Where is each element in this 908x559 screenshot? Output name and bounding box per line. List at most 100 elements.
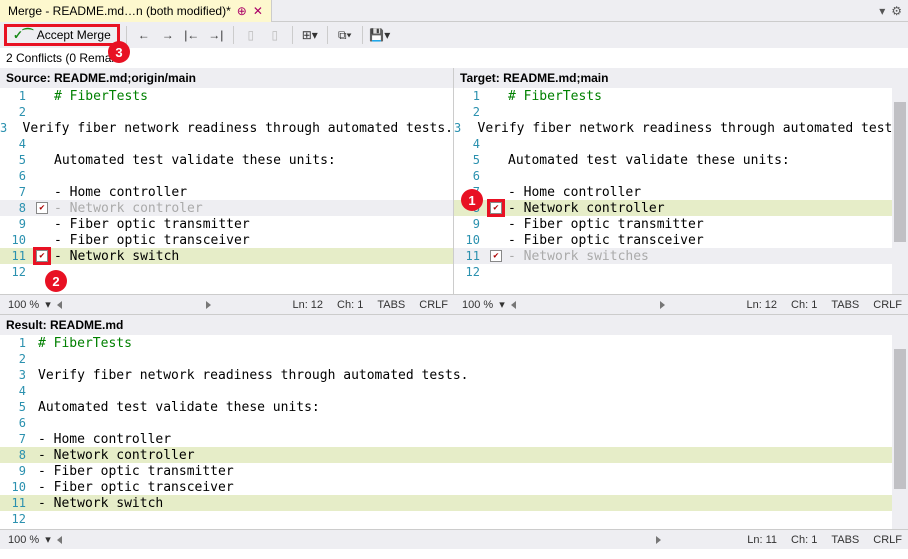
zoom-dropdown-icon[interactable]: ▾	[45, 533, 51, 546]
line-number: 8	[0, 201, 34, 215]
code-line: 11✔- Network switches	[454, 248, 908, 264]
code-line: 2	[0, 104, 453, 120]
zoom-level[interactable]: 100 %	[460, 299, 495, 311]
crlf-indicator: CRLF	[873, 299, 902, 311]
tabs-indicator: TABS	[831, 299, 859, 311]
line-number: 6	[0, 169, 34, 183]
result-header: Result: README.md	[0, 314, 908, 335]
result-statusbar: 100 %▾ Ln: 11 Ch: 1 TABS CRLF	[0, 529, 908, 549]
line-number: 4	[0, 137, 34, 151]
left-pane-button[interactable]: ▯	[240, 25, 262, 45]
line-text: Automated test validate these units:	[504, 153, 790, 168]
tabs-indicator: TABS	[831, 534, 859, 546]
line-number: 7	[0, 185, 34, 199]
code-line: 10- Fiber optic transceiver	[0, 232, 453, 248]
target-editor[interactable]: 1# FiberTests2 3 Verify fiber network read…	[454, 88, 908, 294]
close-icon[interactable]: ✕	[253, 4, 263, 18]
line-number: 12	[0, 512, 34, 526]
compare-button[interactable]: ⧉▾	[334, 25, 356, 45]
line-number: 4	[454, 137, 488, 151]
tabs-indicator: TABS	[377, 299, 405, 311]
result-editor[interactable]: 1# FiberTests23Verify fiber network read…	[0, 335, 908, 529]
last-conflict-button[interactable]: →|	[205, 25, 227, 45]
line-number: 2	[0, 352, 34, 366]
line-text: - Home controller	[50, 185, 187, 200]
first-conflict-button[interactable]: |←	[181, 25, 203, 45]
pin-icon[interactable]: ⊕	[237, 4, 247, 18]
line-text: - Network controller	[504, 201, 665, 216]
source-pane: Source: README.md;origin/main 1# FiberTe…	[0, 68, 454, 294]
prev-conflict-button[interactable]: ←	[133, 25, 155, 45]
line-text: - Fiber optic transceiver	[504, 233, 704, 248]
conflict-checkbox[interactable]: ✔	[36, 250, 48, 262]
conflict-checkbox[interactable]: ✔	[490, 250, 502, 262]
line-text: - Network switch	[34, 496, 163, 511]
col-indicator: Ch: 1	[791, 299, 817, 311]
next-conflict-button[interactable]: →	[157, 25, 179, 45]
code-line: 6	[0, 415, 908, 431]
code-line: 5Automated test validate these units:	[0, 399, 908, 415]
line-number: 10	[454, 233, 488, 247]
annotation-badge-2: 2	[45, 270, 67, 292]
code-line: 8✔- Network controler	[0, 200, 453, 216]
line-text: # FiberTests	[34, 336, 132, 351]
checkbox-col: ✔	[34, 202, 50, 214]
gear-icon[interactable]: ⚙	[891, 4, 902, 18]
zoom-dropdown-icon[interactable]: ▾	[45, 298, 51, 311]
line-number: 11	[0, 496, 34, 510]
line-text: - Network switch	[50, 249, 179, 264]
line-number: 12	[454, 265, 488, 279]
accept-merge-button[interactable]: ✓⁀ Accept Merge	[4, 24, 120, 46]
line-number: 1	[0, 336, 34, 350]
check-icon: ✓⁀	[13, 28, 33, 42]
code-line: 8- Network controller	[0, 447, 908, 463]
conflict-checkbox[interactable]: ✔	[490, 202, 502, 214]
zoom-level[interactable]: 100 %	[6, 299, 41, 311]
col-indicator: Ch: 1	[791, 534, 817, 546]
code-line: 2	[0, 351, 908, 367]
code-line: 1# FiberTests	[0, 335, 908, 351]
scrollbar-vertical[interactable]	[892, 335, 908, 529]
layout-button[interactable]: ⊞▾	[299, 25, 321, 45]
save-button[interactable]: 💾▾	[369, 25, 391, 45]
line-text: Automated test validate these units:	[34, 400, 320, 415]
line-number: 3	[0, 121, 15, 135]
scrollbar-horizontal[interactable]	[59, 297, 209, 313]
source-editor[interactable]: 1# FiberTests23Verify fiber network read…	[0, 88, 453, 294]
code-line: 12	[0, 511, 908, 527]
code-line: 7- Home controller	[454, 184, 908, 200]
zoom-dropdown-icon[interactable]: ▾	[499, 298, 505, 311]
code-line: 5Automated test validate these units:	[0, 152, 453, 168]
toolbar: ✓⁀ Accept Merge 3 ← → |← →| ▯ ▯ ⊞▾ ⧉▾ 💾▾	[0, 22, 908, 48]
scrollbar-horizontal[interactable]	[513, 297, 663, 313]
annotation-badge-3: 3	[108, 41, 130, 63]
line-text: Verify fiber network readiness through a…	[19, 121, 453, 136]
line-number: 9	[454, 217, 488, 231]
line-number: 12	[0, 265, 34, 279]
line-number: 1	[0, 89, 34, 103]
conflict-checkbox[interactable]: ✔	[36, 202, 48, 214]
dropdown-icon[interactable]: ▾	[879, 4, 885, 18]
menubar: Merge - README.md…n (both modified)* ⊕ ✕…	[0, 0, 908, 22]
line-text: - Fiber optic transceiver	[50, 233, 250, 248]
code-line: 4	[0, 383, 908, 399]
accept-merge-label: Accept Merge	[37, 28, 111, 42]
code-line: 12	[0, 264, 453, 280]
scrollbar-horizontal[interactable]	[59, 532, 659, 548]
code-line: 3 Verify fiber network readiness through …	[0, 120, 453, 136]
code-line: 3Verify fiber network readiness through …	[0, 367, 908, 383]
line-number: 5	[0, 400, 34, 414]
target-statusbar: 100 %▾ Ln: 12 Ch: 1 TABS CRLF	[454, 294, 908, 314]
scrollbar-vertical[interactable]	[892, 88, 908, 294]
line-number: 2	[454, 105, 488, 119]
line-text: Verify fiber network readiness through a…	[474, 121, 908, 136]
line-number: 3	[454, 121, 469, 135]
code-line: 1# FiberTests	[454, 88, 908, 104]
crlf-indicator: CRLF	[419, 299, 448, 311]
code-line: 6	[454, 168, 908, 184]
document-tab[interactable]: Merge - README.md…n (both modified)* ⊕ ✕	[0, 0, 272, 22]
line-text: # FiberTests	[504, 89, 602, 104]
zoom-level[interactable]: 100 %	[6, 534, 41, 546]
conflicts-summary: 2 Conflicts (0 Remai	[0, 48, 908, 68]
right-pane-button[interactable]: ▯	[264, 25, 286, 45]
